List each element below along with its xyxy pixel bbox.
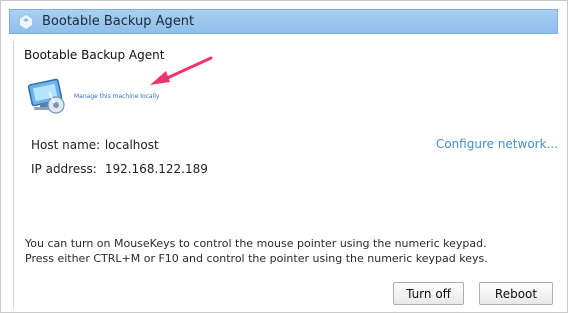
ip-address-row: IP address: 192.168.122.189 (31, 162, 208, 176)
info-line: Press either CTRL+M or F10 and control t… (25, 252, 488, 265)
app-logo-icon (18, 14, 34, 30)
computer-monitor-icon[interactable] (23, 74, 69, 120)
mousekeys-info: You can turn on MouseKeys to control the… (25, 236, 550, 266)
manage-locally-link[interactable]: Manage this machine locally (74, 93, 160, 100)
ip-address-value: 192.168.122.189 (104, 162, 208, 176)
page-title: Bootable Backup Agent (24, 48, 165, 62)
turn-off-button[interactable]: Turn off (393, 282, 464, 305)
host-name-row: Host name: localhost (31, 138, 159, 152)
configure-network-link[interactable]: Configure network... (436, 137, 558, 151)
app-window: Bootable Backup Agent Bootable Backup Ag… (0, 0, 568, 313)
host-name-value: localhost (104, 138, 159, 152)
info-line: You can turn on MouseKeys to control the… (25, 237, 487, 250)
main-panel: Bootable Backup Agent Manage this machin… (13, 41, 558, 309)
reboot-button[interactable]: Reboot (479, 282, 553, 305)
host-name-label: Host name: (31, 138, 101, 152)
ip-address-label: IP address: (31, 162, 97, 176)
window-title: Bootable Backup Agent (42, 14, 195, 29)
title-bar: Bootable Backup Agent (9, 9, 558, 34)
